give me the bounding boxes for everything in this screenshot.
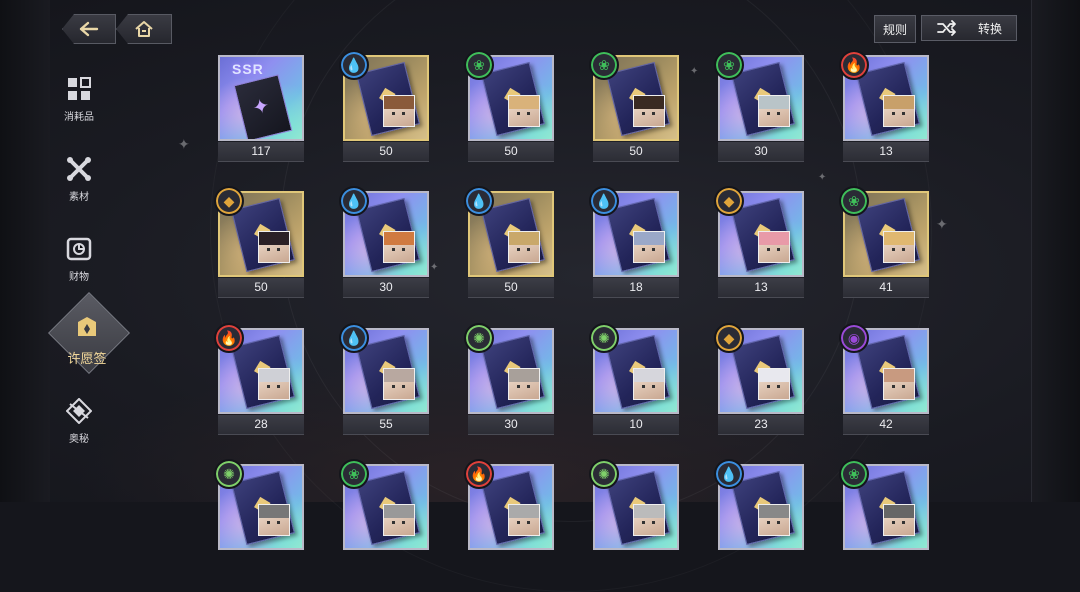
character-portrait (758, 504, 790, 536)
materials-cross-icon (67, 157, 91, 181)
sidebar-item-consumables[interactable]: 消耗品 (50, 76, 108, 123)
fire-element-icon: 🔥 (464, 459, 494, 489)
item-count: 50 (593, 142, 679, 162)
character-portrait (383, 504, 415, 536)
home-icon (135, 21, 153, 37)
sidebar-item-label: 消耗品 (64, 112, 94, 123)
character-portrait (383, 231, 415, 263)
character-portrait (258, 231, 290, 263)
wish-tag-icon (78, 317, 96, 336)
item-count: 30 (718, 142, 804, 162)
arcana-icon (66, 398, 92, 424)
left-edge-panel (0, 0, 50, 502)
fire-element-icon: 🔥 (839, 50, 869, 80)
character-portrait (633, 504, 665, 536)
character-portrait (633, 231, 665, 263)
fire-element-icon: 🔥 (214, 323, 244, 353)
item-count: 41 (843, 278, 929, 298)
background-arc-outer (210, 0, 932, 592)
sidebar-item-label: 许愿签 (67, 351, 107, 366)
character-portrait (883, 504, 915, 536)
light-element-icon: ✺ (464, 323, 494, 353)
convert-button[interactable]: 转换 (921, 15, 1017, 41)
sidebar-item-label: 素材 (69, 192, 89, 203)
sidebar-item-wish-tags[interactable]: 许愿签 (47, 291, 131, 375)
sidebar-item-arcana[interactable]: 奥秘 (50, 398, 108, 445)
item-count: 28 (218, 415, 304, 435)
item-count: 30 (468, 415, 554, 435)
wind-element-icon: ❀ (839, 186, 869, 216)
character-portrait (758, 368, 790, 400)
item-count: 50 (468, 278, 554, 298)
sparkle-icon: ✦ (178, 136, 190, 152)
back-arrow-icon (79, 21, 99, 37)
sparkle-icon: ✦ (690, 66, 699, 77)
wealth-safe-icon (66, 237, 92, 261)
water-element-icon: 💧 (339, 50, 369, 80)
item-count: 13 (718, 278, 804, 298)
ssr-label: SSR (232, 61, 264, 77)
ssr-wish-tag-item[interactable]: SSR (218, 55, 304, 141)
wind-element-icon: ❀ (714, 50, 744, 80)
wind-element-icon: ❀ (839, 459, 869, 489)
item-count: 13 (843, 142, 929, 162)
item-count: 117 (218, 142, 304, 162)
item-count: 50 (343, 142, 429, 162)
sparkle-icon: ✦ (936, 216, 948, 232)
character-portrait (883, 95, 915, 127)
character-portrait (508, 95, 540, 127)
character-portrait (508, 504, 540, 536)
character-portrait (383, 368, 415, 400)
right-edge-panel (1031, 0, 1080, 502)
water-element-icon: 💧 (464, 186, 494, 216)
ssr-tag-icon (233, 74, 293, 139)
sidebar-item-wealth[interactable]: 财物 (50, 236, 108, 283)
character-portrait (758, 231, 790, 263)
item-count: 50 (218, 278, 304, 298)
character-portrait (258, 368, 290, 400)
water-element-icon: 💧 (589, 186, 619, 216)
light-element-icon: ✺ (214, 459, 244, 489)
character-portrait (633, 368, 665, 400)
sidebar-item-materials[interactable]: 素材 (50, 156, 108, 203)
water-element-icon: 💧 (339, 186, 369, 216)
light-element-icon: ✺ (589, 459, 619, 489)
item-count: 30 (343, 278, 429, 298)
character-portrait (758, 95, 790, 127)
water-element-icon: 💧 (714, 459, 744, 489)
water-element-icon: 💧 (339, 323, 369, 353)
light-element-icon: ✺ (589, 323, 619, 353)
earth-element-icon: ◆ (714, 186, 744, 216)
earth-element-icon: ◆ (714, 323, 744, 353)
item-count: 42 (843, 415, 929, 435)
character-portrait (883, 368, 915, 400)
character-portrait (258, 504, 290, 536)
rules-button[interactable]: 规则 (874, 15, 916, 43)
item-count: 23 (718, 415, 804, 435)
rules-label: 规则 (882, 22, 907, 37)
character-portrait (508, 368, 540, 400)
convert-label: 转换 (977, 21, 1002, 36)
character-portrait (383, 95, 415, 127)
wind-element-icon: ❀ (464, 50, 494, 80)
home-button[interactable] (116, 14, 172, 44)
sidebar-item-label: 奥秘 (69, 434, 89, 445)
item-count: 10 (593, 415, 679, 435)
item-count: 50 (468, 142, 554, 162)
character-portrait (883, 231, 915, 263)
earth-element-icon: ◆ (214, 186, 244, 216)
sparkle-icon: ✦ (430, 262, 439, 273)
item-count: 18 (593, 278, 679, 298)
character-portrait (508, 231, 540, 263)
wind-element-icon: ❀ (589, 50, 619, 80)
wind-element-icon: ❀ (339, 459, 369, 489)
sparkle-icon: ✦ (818, 172, 827, 183)
sidebar-item-label: 财物 (69, 272, 89, 283)
dark-element-icon: ◉ (839, 323, 869, 353)
character-portrait (633, 95, 665, 127)
consumables-grid-icon (68, 77, 91, 100)
item-count: 55 (343, 415, 429, 435)
shuffle-icon (937, 20, 956, 36)
